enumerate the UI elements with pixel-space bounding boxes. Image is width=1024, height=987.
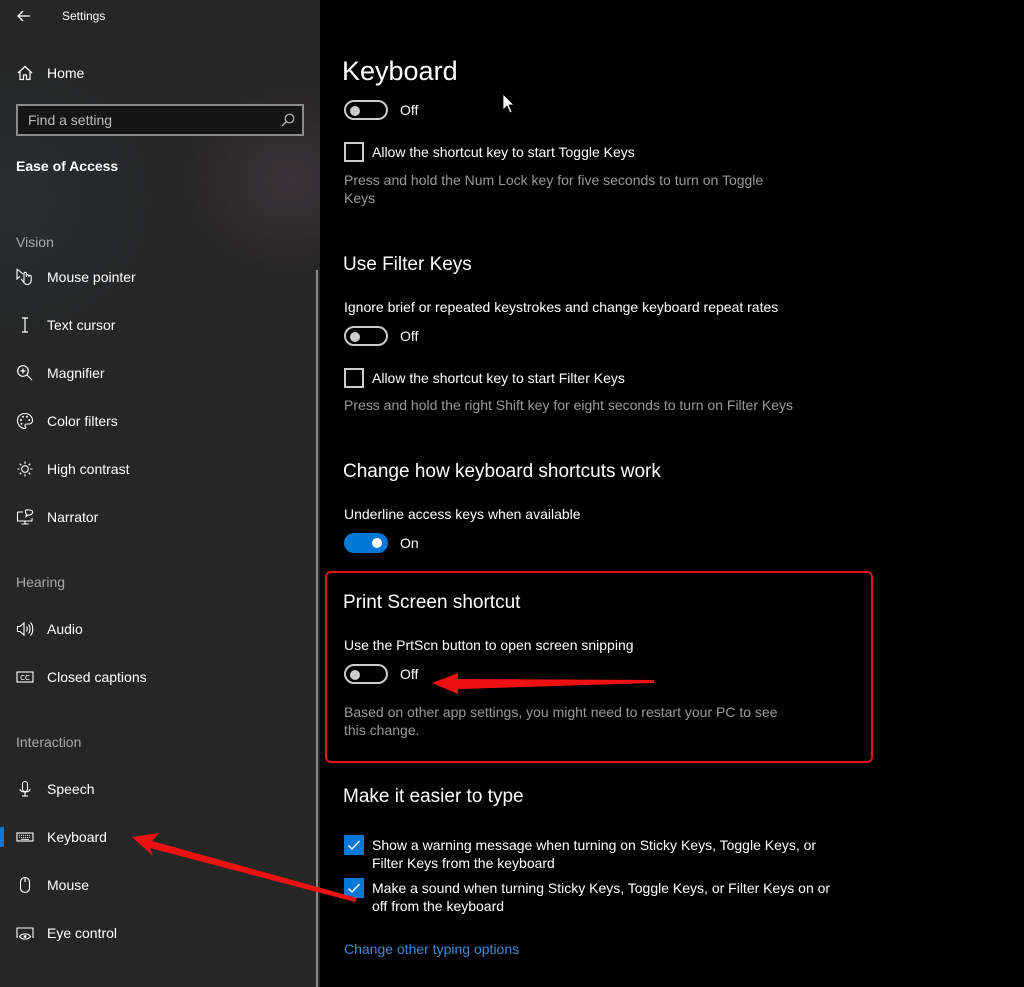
sidebar-item-label: Eye control (47, 925, 118, 941)
main-content: Keyboard Off Allow the shortcut key to s… (320, 0, 1024, 987)
sidebar-item-label: Color filters (47, 413, 118, 429)
sidebar-scrollbar[interactable] (316, 270, 318, 987)
group-header-hearing: Hearing (16, 574, 66, 590)
search-input[interactable] (18, 106, 278, 134)
sidebar-item-label: Mouse (47, 877, 90, 893)
mouse-pointer-icon (16, 268, 34, 286)
change-typing-options-link[interactable]: Change other typing options (344, 941, 519, 957)
arrow-left-icon (17, 10, 30, 22)
sidebar-item-label: Text cursor (47, 317, 116, 333)
microphone-icon (16, 780, 34, 798)
title-bar: Settings (0, 0, 320, 32)
underline-keys-label: Underline access keys when available (344, 506, 581, 522)
underline-keys-toggle[interactable] (344, 533, 388, 553)
sidebar-item-magnifier[interactable]: Magnifier (0, 353, 310, 393)
sound-checkbox[interactable] (344, 878, 364, 898)
narrator-icon (16, 508, 34, 526)
checkbox-label[interactable]: Allow the shortcut key to start Filter K… (372, 369, 832, 387)
sidebar-item-label: Keyboard (47, 829, 107, 845)
sidebar-item-label: High contrast (47, 461, 130, 477)
checkmark-icon (348, 883, 361, 894)
print-screen-description: Based on other app settings, you might n… (344, 704, 778, 738)
checkbox-label[interactable]: Make a sound when turning Sticky Keys, T… (372, 879, 832, 915)
sidebar-item-keyboard[interactable]: Keyboard (0, 817, 310, 857)
palette-icon (16, 412, 34, 430)
print-screen-toggle[interactable] (344, 664, 388, 684)
cc-icon: CC (16, 668, 34, 686)
home-icon (16, 64, 34, 82)
print-screen-label: Use the PrtScn button to open screen sni… (344, 637, 634, 653)
sidebar-item-mouse[interactable]: Mouse (0, 865, 310, 905)
text-cursor-icon (16, 316, 34, 334)
keyboard-icon (16, 828, 34, 846)
section-heading-filter-keys: Use Filter Keys (343, 254, 472, 275)
svg-text:CC: CC (20, 674, 30, 682)
sidebar-item-label: Audio (47, 621, 83, 637)
active-indicator (0, 827, 4, 847)
toggle-keys-toggle[interactable] (344, 100, 388, 120)
sidebar-item-label: Mouse pointer (47, 269, 136, 285)
sidebar-item-home[interactable]: Home (0, 53, 310, 93)
sidebar-item-closed-captions[interactable]: CC Closed captions (0, 657, 310, 697)
sidebar-item-label: Magnifier (47, 365, 105, 381)
section-heading-easier-type: Make it easier to type (343, 786, 524, 807)
back-button[interactable] (14, 6, 34, 26)
filter-keys-label: Ignore brief or repeated keystrokes and … (344, 299, 779, 315)
sidebar-item-label: Home (47, 65, 85, 81)
group-header-interaction: Interaction (16, 734, 82, 750)
toggle-knob (350, 106, 360, 116)
sidebar: Settings Home Ease of Access Vision Mous… (0, 0, 320, 987)
filter-keys-toggle[interactable] (344, 326, 388, 346)
checkmark-icon (348, 840, 361, 851)
magnifier-icon (16, 364, 34, 382)
toggle-state-label: On (400, 535, 419, 551)
sidebar-item-speech[interactable]: Speech (0, 769, 310, 809)
group-header-vision: Vision (16, 234, 54, 250)
toggle-state-label: Off (400, 102, 419, 118)
sidebar-item-audio[interactable]: Audio (0, 609, 310, 649)
mouse-icon (16, 876, 34, 894)
speaker-icon (16, 620, 34, 638)
toggle-keys-description: Press and hold the Num Lock key for five… (344, 172, 764, 206)
sidebar-item-label: Closed captions (47, 669, 147, 685)
toggle-state-label: Off (400, 666, 419, 682)
page-title: Keyboard (342, 56, 458, 86)
sidebar-item-narrator[interactable]: Narrator (0, 497, 310, 537)
search-icon[interactable] (280, 112, 296, 128)
sidebar-item-label: Narrator (47, 509, 99, 525)
section-heading-shortcuts: Change how keyboard shortcuts work (343, 461, 661, 482)
toggle-state-label: Off (400, 328, 419, 344)
filter-keys-shortcut-checkbox[interactable] (344, 368, 364, 388)
section-title: Ease of Access (16, 158, 119, 174)
toggle-keys-shortcut-checkbox[interactable] (344, 142, 364, 162)
filter-keys-description: Press and hold the right Shift key for e… (344, 397, 794, 413)
section-heading-print-screen: Print Screen shortcut (343, 592, 521, 613)
eye-control-icon (16, 924, 34, 942)
sidebar-item-eye-control[interactable]: Eye control (0, 913, 310, 953)
sidebar-item-mouse-pointer[interactable]: Mouse pointer (0, 257, 310, 297)
toggle-knob (350, 670, 360, 680)
warning-message-checkbox[interactable] (344, 835, 364, 855)
checkbox-label[interactable]: Allow the shortcut key to start Toggle K… (372, 143, 832, 161)
brightness-icon (16, 460, 34, 478)
toggle-knob (372, 538, 382, 548)
sidebar-item-text-cursor[interactable]: Text cursor (0, 305, 310, 345)
toggle-knob (350, 332, 360, 342)
search-box[interactable] (16, 104, 304, 136)
sidebar-item-color-filters[interactable]: Color filters (0, 401, 310, 441)
app-title: Settings (62, 9, 106, 23)
checkbox-label[interactable]: Show a warning message when turning on S… (372, 836, 832, 872)
sidebar-item-high-contrast[interactable]: High contrast (0, 449, 310, 489)
sidebar-item-label: Speech (47, 781, 95, 797)
